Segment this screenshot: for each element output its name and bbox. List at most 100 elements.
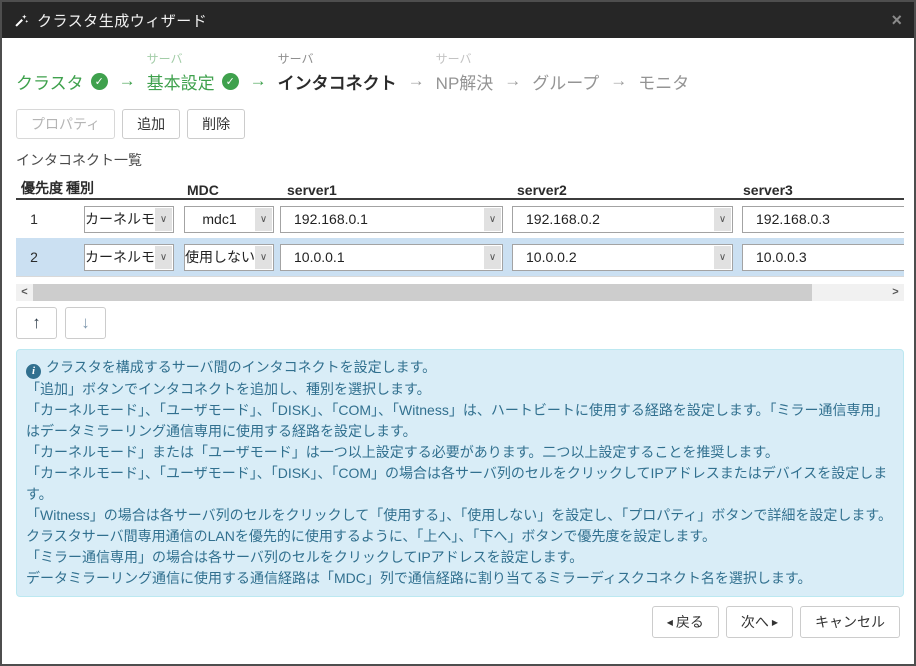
delete-button[interactable]: 削除 <box>187 109 245 139</box>
arrow-left-icon: ◀ <box>667 618 673 627</box>
chevron-down-icon: ∨ <box>714 208 731 231</box>
back-label: 戻る <box>676 614 704 630</box>
type-select-value: カーネルモード <box>85 209 154 229</box>
mdc-select-value: mdc1 <box>185 211 254 227</box>
server3-select[interactable]: 192.168.0.3∨ <box>742 206 904 233</box>
step-basic-settings[interactable]: サーバ 基本設定✓ <box>147 50 239 93</box>
step-sublabel <box>16 50 108 67</box>
priority-cell: 2 <box>16 249 66 265</box>
step-sublabel: サーバ <box>436 50 494 67</box>
step-label: クラスタ <box>16 69 84 94</box>
step-group[interactable]: グループ <box>532 50 599 93</box>
step-monitor[interactable]: モニタ <box>638 50 689 93</box>
next-button[interactable]: 次へ▶ <box>726 606 793 638</box>
table-header-row: 優先度 種別 MDC server1 server2 server3 <box>16 174 904 200</box>
table-caption: インタコネクト一覧 <box>16 150 900 170</box>
col-header-server2: server2 <box>508 182 738 198</box>
info-line-text: クラスタを構成するサーバ間のインタコネクトを設定します。 <box>46 359 436 375</box>
chevron-down-icon: ∨ <box>255 208 272 231</box>
info-line: 「カーネルモード」、「ユーザモード」、「DISK」、「COM」、「Witness… <box>26 400 894 442</box>
server2-select[interactable]: 192.168.0.2∨ <box>512 206 733 233</box>
chevron-down-icon: ∨ <box>255 246 272 269</box>
type-select[interactable]: カーネルモード∨ <box>84 206 174 233</box>
dialog-content: クラスタ ✓ → サーバ 基本設定✓ → サーバ インタコネクト → サーバ NP… <box>2 50 914 638</box>
toolbar: プロパティ 追加 削除 <box>16 109 900 139</box>
step-label: NP解決 <box>436 69 494 94</box>
chevron-down-icon: ∨ <box>714 246 731 269</box>
arrow-down-icon: ↓ <box>81 313 90 332</box>
mdc-select[interactable]: 使用しない∨ <box>184 244 274 271</box>
scrollbar-thumb[interactable] <box>33 284 812 301</box>
chevron-down-icon: ∨ <box>155 208 172 231</box>
info-line: クラスタサーバ間専用通信のLANを優先的に使用するように、「上へ」、「下へ」ボタ… <box>26 526 894 547</box>
close-icon[interactable]: × <box>891 11 902 29</box>
arrow-up-icon: ↑ <box>32 313 41 332</box>
server1-select[interactable]: 10.0.0.1∨ <box>280 244 503 271</box>
back-button[interactable]: ◀戻る <box>652 606 719 638</box>
next-label: 次へ <box>741 614 769 630</box>
server2-select-value: 10.0.0.2 <box>513 249 713 265</box>
property-button[interactable]: プロパティ <box>16 109 115 139</box>
server3-select[interactable]: 10.0.0.3∨ <box>742 244 904 271</box>
wizard-steps: クラスタ ✓ → サーバ 基本設定✓ → サーバ インタコネクト → サーバ NP… <box>16 50 900 93</box>
chevron-down-icon: ∨ <box>484 208 501 231</box>
step-interconnect[interactable]: サーバ インタコネクト <box>278 50 397 93</box>
info-line: 「カーネルモード」、「ユーザモード」、「DISK」、「COM」の場合は各サーバ列… <box>26 463 894 505</box>
titlebar: クラスタ生成ウィザード × <box>2 2 914 38</box>
server2-select[interactable]: 10.0.0.2∨ <box>512 244 733 271</box>
arrow-right-icon: ▶ <box>772 618 778 627</box>
info-box: i クラスタを構成するサーバ間のインタコネクトを設定します。 「追加」ボタンでイン… <box>16 349 904 597</box>
table-row-selected[interactable]: 2 カーネルモード∨ 使用しない∨ 10.0.0.1∨ 10.0.0.2∨ 10… <box>16 238 904 276</box>
col-header-priority: 優先度 <box>16 178 66 198</box>
step-label: モニタ <box>638 69 689 94</box>
info-icon: i <box>26 364 41 379</box>
footer-buttons: ◀戻る 次へ▶ キャンセル <box>16 606 900 638</box>
cluster-wizard-dialog: クラスタ生成ウィザード × クラスタ ✓ → サーバ 基本設定✓ → サーバ イン… <box>0 0 916 666</box>
arrow-right-icon: → <box>119 69 136 93</box>
server1-select[interactable]: 192.168.0.1∨ <box>280 206 503 233</box>
info-line: データミラーリング通信に使用する通信経路は「MDC」列で通信経路に割り当てるミラ… <box>26 568 894 589</box>
col-header-type: 種別 <box>66 178 180 198</box>
step-sublabel <box>532 50 599 67</box>
info-line: 「カーネルモード」または「ユーザモード」は一つ以上設定する必要があります。二つ以… <box>26 442 894 463</box>
mdc-select-value: 使用しない <box>185 247 254 267</box>
check-icon: ✓ <box>222 73 239 90</box>
type-select[interactable]: カーネルモード∨ <box>84 244 174 271</box>
reorder-buttons: ↑ ↓ <box>16 307 900 339</box>
col-header-mdc: MDC <box>180 182 278 198</box>
scrollbar-track[interactable] <box>33 284 887 301</box>
arrow-right-icon: → <box>504 69 521 93</box>
server1-select-value: 192.168.0.1 <box>281 211 483 227</box>
chevron-down-icon: ∨ <box>155 246 172 269</box>
step-np-resolution[interactable]: サーバ NP解決 <box>436 50 494 93</box>
mdc-select[interactable]: mdc1∨ <box>184 206 274 233</box>
scroll-right-icon[interactable]: > <box>887 284 904 301</box>
table-row[interactable]: 1 カーネルモード∨ mdc1∨ 192.168.0.1∨ 192.168.0.… <box>16 200 904 238</box>
info-line: i クラスタを構成するサーバ間のインタコネクトを設定します。 <box>26 357 894 379</box>
add-button[interactable]: 追加 <box>122 109 180 139</box>
horizontal-scrollbar[interactable]: < > <box>16 284 904 301</box>
cancel-label: キャンセル <box>815 614 885 630</box>
check-icon: ✓ <box>91 73 108 90</box>
arrow-right-icon: → <box>250 69 267 93</box>
step-cluster[interactable]: クラスタ ✓ <box>16 50 108 93</box>
magic-wand-icon <box>14 13 29 28</box>
cancel-button[interactable]: キャンセル <box>800 606 900 638</box>
step-sublabel: サーバ <box>278 50 397 67</box>
priority-cell: 1 <box>16 211 66 227</box>
type-select-value: カーネルモード <box>85 247 154 267</box>
arrow-right-icon: → <box>610 69 627 93</box>
info-line: 「追加」ボタンでインタコネクトを追加し、種別を選択します。 <box>26 379 894 400</box>
info-line: 「ミラー通信専用」の場合は各サーバ列のセルをクリックしてIPアドレスを設定します… <box>26 547 894 568</box>
scroll-left-icon[interactable]: < <box>16 284 33 301</box>
server1-select-value: 10.0.0.1 <box>281 249 483 265</box>
move-down-button[interactable]: ↓ <box>65 307 106 339</box>
dialog-title: クラスタ生成ウィザード <box>37 10 207 31</box>
step-label: グループ <box>532 69 599 94</box>
move-up-button[interactable]: ↑ <box>16 307 57 339</box>
table-body: 1 カーネルモード∨ mdc1∨ 192.168.0.1∨ 192.168.0.… <box>16 200 904 277</box>
chevron-down-icon: ∨ <box>484 246 501 269</box>
arrow-right-icon: → <box>408 69 425 93</box>
server2-select-value: 192.168.0.2 <box>513 211 713 227</box>
info-line: 「Witness」の場合は各サーバ列のセルをクリックして「使用する」、「使用しな… <box>26 505 894 526</box>
